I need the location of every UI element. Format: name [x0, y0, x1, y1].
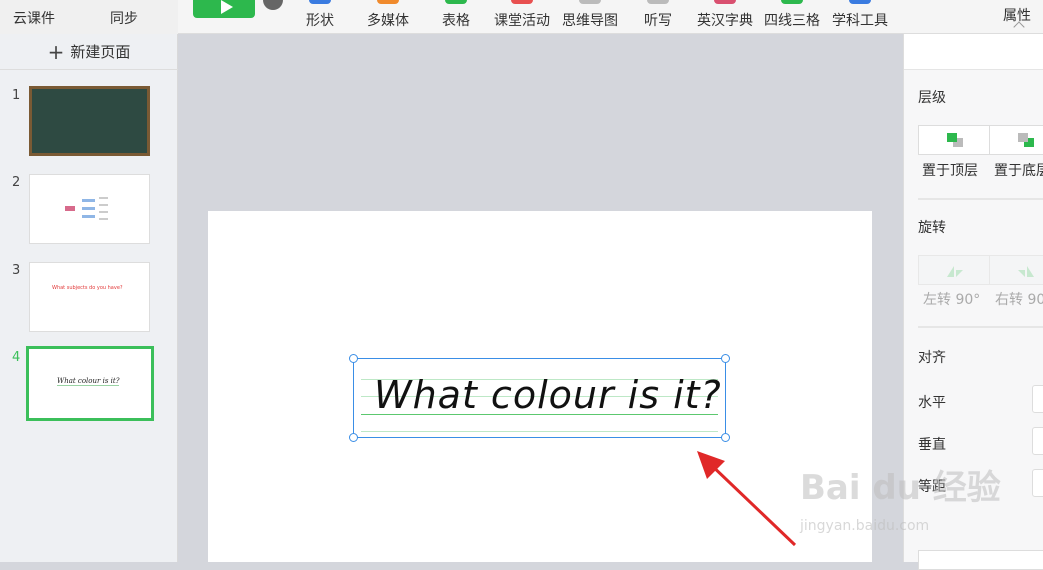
rotate-left-button[interactable] — [918, 255, 990, 285]
slide-number: 3 — [12, 263, 21, 278]
tool-label: 思维导图 — [562, 13, 618, 29]
divider — [918, 326, 1043, 328]
tool-label: 表格 — [442, 13, 470, 29]
spacing-label: 等距 — [918, 479, 946, 495]
rotate-right-button[interactable] — [989, 255, 1043, 285]
slide-thumbnail-4[interactable]: What colour is it? — [26, 346, 154, 421]
tool-shape[interactable]: 形状 — [306, 0, 334, 30]
divider — [918, 198, 1043, 200]
selected-text[interactable]: What colour is it? — [374, 373, 722, 417]
mindmap-leaf — [99, 211, 108, 213]
tool-label: 形状 — [306, 13, 334, 29]
properties-panel: 层级 置于顶层 置于底层 旋转 左转 90° 右转 90° 对齐 水平 垂直 等… — [903, 34, 1043, 570]
horizontal-label: 水平 — [918, 395, 946, 411]
resize-handle[interactable] — [721, 433, 730, 442]
rotate-title: 旋转 — [918, 220, 946, 236]
sync-tab[interactable]: 同步 — [110, 8, 138, 28]
tool-label: 课堂活动 — [494, 13, 550, 29]
slide-number: 2 — [12, 175, 21, 190]
tool-media[interactable]: 多媒体 — [367, 0, 409, 30]
rotate-right-icon — [1018, 266, 1034, 277]
mindmap-leaf — [99, 204, 108, 206]
send-to-back-button[interactable] — [989, 125, 1043, 155]
rotate-left-label: 左转 90° — [923, 292, 981, 308]
mindmap-icon — [579, 0, 601, 4]
shape-icon — [309, 0, 331, 4]
play-button[interactable] — [193, 0, 255, 18]
mindmap-leaf — [99, 197, 108, 199]
new-page-label: 新建页面 — [70, 43, 131, 61]
vertical-label: 垂直 — [918, 437, 946, 453]
tool-class-activity[interactable]: 课堂活动 — [494, 0, 550, 30]
spacing-select[interactable] — [1032, 469, 1043, 497]
mindmap-root — [65, 206, 75, 211]
thumb-text: What colour is it? — [57, 377, 120, 386]
plus-icon: + — [47, 39, 65, 64]
top-toolbar: 云课件 同步 形状 多媒体 表格 课堂活动 思维导图 听写 英汉字典 四线三格 … — [0, 0, 1043, 34]
slide-thumbnail-1[interactable] — [29, 86, 150, 156]
tool-label: 学科工具 — [832, 13, 888, 29]
top-left-tabs: 云课件 同步 — [0, 0, 178, 34]
resize-handle[interactable] — [349, 354, 358, 363]
slide-number: 4 — [12, 350, 21, 365]
slide-number: 1 — [12, 88, 21, 103]
four-line-icon — [781, 0, 803, 4]
tool-label: 多媒体 — [367, 13, 409, 29]
properties-header — [904, 34, 1043, 70]
mindmap-leaf — [99, 218, 108, 220]
thumb-text: What subjects do you have? — [52, 285, 123, 291]
dictionary-icon — [714, 0, 736, 4]
align-title: 对齐 — [918, 350, 946, 366]
vertical-align-select[interactable] — [1032, 427, 1043, 455]
tool-table[interactable]: 表格 — [442, 0, 470, 30]
mindmap-node — [82, 199, 95, 202]
rotate-right-label: 右转 90° — [995, 292, 1043, 308]
tool-label: 英汉字典 — [697, 13, 753, 29]
panel-bottom-button[interactable] — [918, 550, 1043, 570]
mini-mindmap — [65, 197, 115, 223]
resize-handle[interactable] — [721, 354, 730, 363]
mindmap-node — [82, 207, 95, 210]
mindmap-node — [82, 215, 95, 218]
tool-dictation[interactable]: 听写 — [644, 0, 672, 30]
tool-four-line[interactable]: 四线三格 — [764, 0, 820, 30]
slide-panel: + 新建页面 1 2 3 What subjects do you have? … — [0, 34, 178, 562]
tool-subject-tools[interactable]: 学科工具 — [832, 0, 888, 30]
annotation-arrow — [697, 451, 797, 547]
rotate-left-icon — [947, 266, 963, 277]
tool-label: 听写 — [644, 13, 672, 29]
slide-thumbnail-2[interactable] — [29, 174, 150, 244]
tool-label: 四线三格 — [764, 13, 820, 29]
subject-tools-icon — [849, 0, 871, 4]
bring-front-icon — [947, 133, 963, 147]
table-icon — [445, 0, 467, 4]
cloud-courseware-tab[interactable]: 云课件 — [13, 8, 55, 28]
bring-to-front-button[interactable] — [918, 125, 990, 155]
bring-to-front-label: 置于顶层 — [922, 163, 978, 179]
tool-mindmap[interactable]: 思维导图 — [562, 0, 618, 30]
slide-thumbnail-3[interactable]: What subjects do you have? — [29, 262, 150, 332]
undo-icon[interactable] — [263, 0, 283, 10]
media-icon — [377, 0, 399, 4]
four-line-text-box[interactable]: What colour is it? — [349, 354, 730, 442]
new-page-button[interactable]: + 新建页面 — [0, 34, 178, 70]
send-back-icon — [1018, 133, 1034, 147]
dictation-icon — [647, 0, 669, 4]
layer-title: 层级 — [918, 90, 946, 106]
horizontal-align-select[interactable] — [1032, 385, 1043, 413]
activity-icon — [511, 0, 533, 4]
tool-dictionary[interactable]: 英汉字典 — [697, 0, 753, 30]
guide-line — [361, 431, 718, 432]
send-to-back-label: 置于底层 — [994, 163, 1043, 179]
resize-handle[interactable] — [349, 433, 358, 442]
